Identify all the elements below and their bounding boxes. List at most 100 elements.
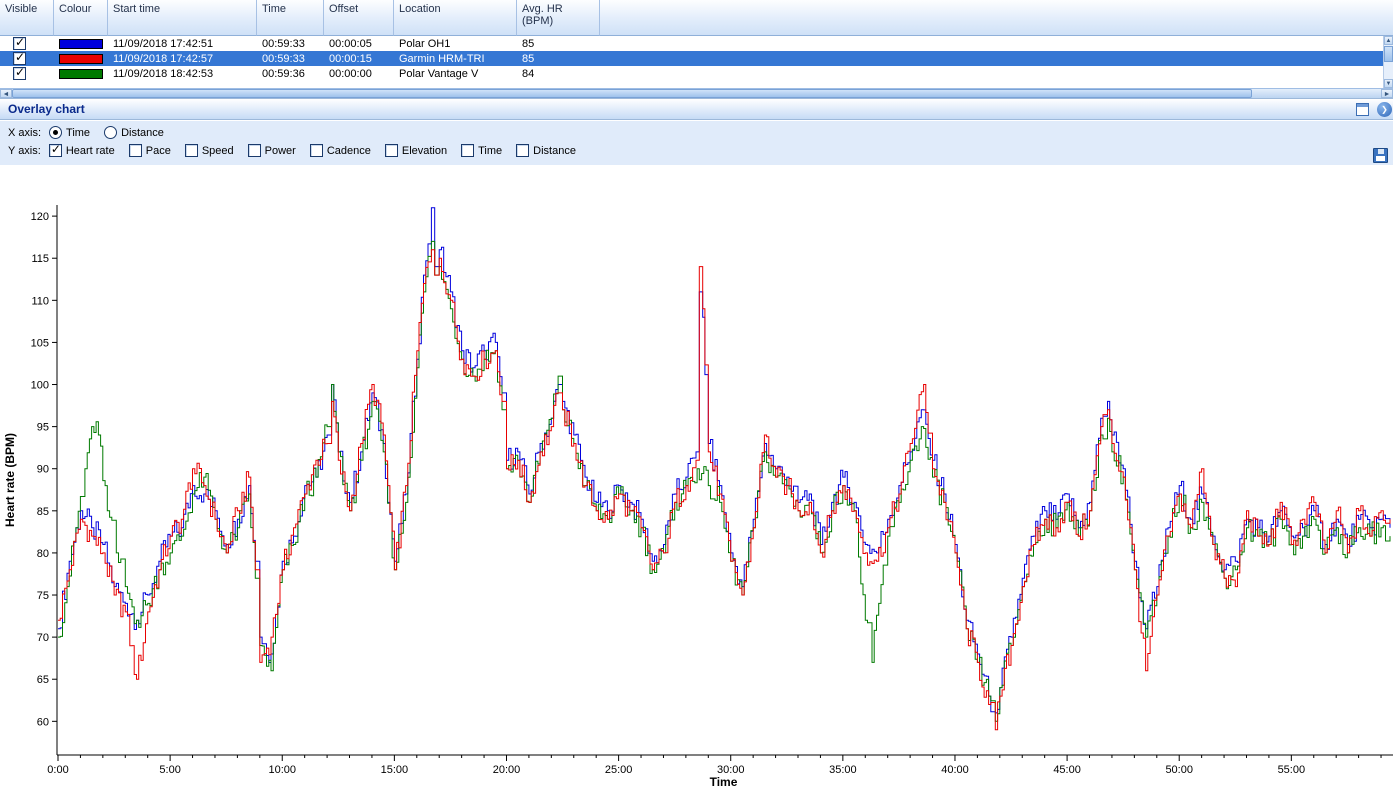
panel-window-icon[interactable] xyxy=(1356,103,1369,116)
svg-text:45:00: 45:00 xyxy=(1053,764,1081,776)
y-option-elevation[interactable]: Elevation xyxy=(385,144,447,157)
table-horizontal-scrollbar[interactable]: ◄ ► xyxy=(0,88,1393,98)
panel-title: Overlay chart xyxy=(0,102,1356,116)
y-option-distance[interactable]: Distance xyxy=(516,144,576,157)
scroll-down-icon[interactable]: ▼ xyxy=(1384,79,1393,88)
visible-checkbox[interactable] xyxy=(13,52,26,65)
y-option-power[interactable]: Power xyxy=(248,144,296,157)
x-option-time[interactable]: Time xyxy=(49,126,90,139)
heart-rate-checkbox[interactable] xyxy=(49,144,62,157)
table-row[interactable]: 11/09/2018 17:42:51 00:59:33 00:00:05 Po… xyxy=(0,36,1393,51)
svg-text:20:00: 20:00 xyxy=(493,764,521,776)
svg-text:70: 70 xyxy=(37,632,49,644)
pace-checkbox[interactable] xyxy=(129,144,142,157)
column-header-time[interactable]: Time xyxy=(257,0,324,36)
vertical-scroll-thumb[interactable] xyxy=(1384,46,1393,62)
svg-text:5:00: 5:00 xyxy=(159,764,180,776)
cell-offset: 00:00:00 xyxy=(324,68,394,80)
svg-text:105: 105 xyxy=(31,337,49,349)
y-option-pace[interactable]: Pace xyxy=(129,144,171,157)
sessions-table: Visible Colour Start time Time Offset Lo… xyxy=(0,0,1393,98)
overlay-chart-header: Overlay chart ❯ xyxy=(0,98,1393,120)
time-radio[interactable] xyxy=(49,126,62,139)
chart-controls: X axis: Time Distance Y axis: Heart rate… xyxy=(0,121,1393,165)
colour-swatch[interactable] xyxy=(59,39,103,49)
x-option-time-label: Time xyxy=(66,127,90,139)
svg-text:60: 60 xyxy=(37,716,49,728)
column-header-colour[interactable]: Colour xyxy=(54,0,108,36)
distance-radio[interactable] xyxy=(104,126,117,139)
y-option-speed[interactable]: Speed xyxy=(185,144,234,157)
column-header-filler xyxy=(600,0,1393,36)
hrm-comparison-app: Visible Colour Start time Time Offset Lo… xyxy=(0,0,1393,790)
cell-avg-hr: 85 xyxy=(517,53,600,65)
save-image-icon[interactable] xyxy=(1373,148,1388,163)
svg-text:50:00: 50:00 xyxy=(1165,764,1193,776)
column-header-visible[interactable]: Visible xyxy=(0,0,54,36)
y-option-cadence[interactable]: Cadence xyxy=(310,144,371,157)
visible-checkbox[interactable] xyxy=(13,67,26,80)
svg-text:10:00: 10:00 xyxy=(268,764,296,776)
svg-text:35:00: 35:00 xyxy=(829,764,857,776)
cell-time: 00:59:33 xyxy=(257,53,324,65)
svg-text:110: 110 xyxy=(31,295,49,307)
column-header-offset[interactable]: Offset xyxy=(324,0,394,36)
cell-time: 00:59:33 xyxy=(257,38,324,50)
x-option-distance-label: Distance xyxy=(121,127,164,139)
table-header-row: Visible Colour Start time Time Offset Lo… xyxy=(0,0,1393,36)
y-option-time[interactable]: Time xyxy=(461,144,502,157)
table-vertical-scrollbar[interactable]: ▲ ▼ xyxy=(1383,36,1393,88)
cell-time: 00:59:36 xyxy=(257,68,324,80)
column-header-location[interactable]: Location xyxy=(394,0,517,36)
cell-avg-hr: 84 xyxy=(517,68,600,80)
y-axis-options: Y axis: Heart rate Pace Speed Power Cade… xyxy=(8,144,1393,157)
horizontal-scroll-thumb[interactable] xyxy=(12,89,1252,98)
svg-text:0:00: 0:00 xyxy=(47,764,68,776)
svg-text:Time: Time xyxy=(710,775,738,789)
svg-text:25:00: 25:00 xyxy=(605,764,633,776)
cell-location: Polar OH1 xyxy=(394,38,517,50)
svg-text:55:00: 55:00 xyxy=(1278,764,1306,776)
colour-swatch[interactable] xyxy=(59,54,103,64)
cell-offset: 00:00:15 xyxy=(324,53,394,65)
table-row[interactable]: 11/09/2018 18:42:53 00:59:36 00:00:00 Po… xyxy=(0,66,1393,81)
column-header-avg-hr[interactable]: Avg. HR (BPM) xyxy=(517,0,600,36)
svg-text:85: 85 xyxy=(37,506,49,518)
cell-avg-hr: 85 xyxy=(517,38,600,50)
cell-start-time: 11/09/2018 18:42:53 xyxy=(108,68,257,80)
overlay-chart-area: 60 65 70 75 80 85 90 95 100 105 110 115 120 0:00 5:00 1… xyxy=(0,165,1393,790)
column-header-start-time[interactable]: Start time xyxy=(108,0,257,36)
elevation-checkbox[interactable] xyxy=(385,144,398,157)
distance-checkbox[interactable] xyxy=(516,144,529,157)
table-row[interactable]: 11/09/2018 17:42:57 00:59:33 00:00:15 Ga… xyxy=(0,51,1393,66)
time-checkbox[interactable] xyxy=(461,144,474,157)
scroll-right-icon[interactable]: ► xyxy=(1381,89,1393,98)
visible-checkbox[interactable] xyxy=(13,37,26,50)
overlay-chart-svg[interactable]: 60 65 70 75 80 85 90 95 100 105 110 115 120 0:00 5:00 1… xyxy=(0,165,1393,790)
y-axis-label: Y axis: xyxy=(8,145,41,157)
svg-text:80: 80 xyxy=(37,548,49,560)
svg-text:100: 100 xyxy=(31,380,49,392)
power-checkbox[interactable] xyxy=(248,144,261,157)
cell-offset: 00:00:05 xyxy=(324,38,394,50)
cell-start-time: 11/09/2018 17:42:57 xyxy=(108,53,257,65)
svg-text:95: 95 xyxy=(37,422,49,434)
cadence-checkbox[interactable] xyxy=(310,144,323,157)
cell-start-time: 11/09/2018 17:42:51 xyxy=(108,38,257,50)
x-axis-label: X axis: xyxy=(8,127,41,139)
svg-text:115: 115 xyxy=(31,253,49,265)
scroll-left-icon[interactable]: ◄ xyxy=(0,89,12,98)
svg-text:65: 65 xyxy=(37,674,49,686)
speed-checkbox[interactable] xyxy=(185,144,198,157)
svg-text:90: 90 xyxy=(37,464,49,476)
scroll-up-icon[interactable]: ▲ xyxy=(1384,36,1393,45)
panel-circle-button-icon[interactable]: ❯ xyxy=(1377,102,1392,117)
x-axis-options: X axis: Time Distance xyxy=(8,126,1393,139)
svg-text:75: 75 xyxy=(37,590,49,602)
svg-text:Heart rate (BPM): Heart rate (BPM) xyxy=(3,433,17,527)
colour-swatch[interactable] xyxy=(59,69,103,79)
x-option-distance[interactable]: Distance xyxy=(104,126,164,139)
y-option-heart-rate[interactable]: Heart rate xyxy=(49,144,115,157)
cell-location: Garmin HRM-TRI xyxy=(394,53,517,65)
svg-text:120: 120 xyxy=(31,211,49,223)
